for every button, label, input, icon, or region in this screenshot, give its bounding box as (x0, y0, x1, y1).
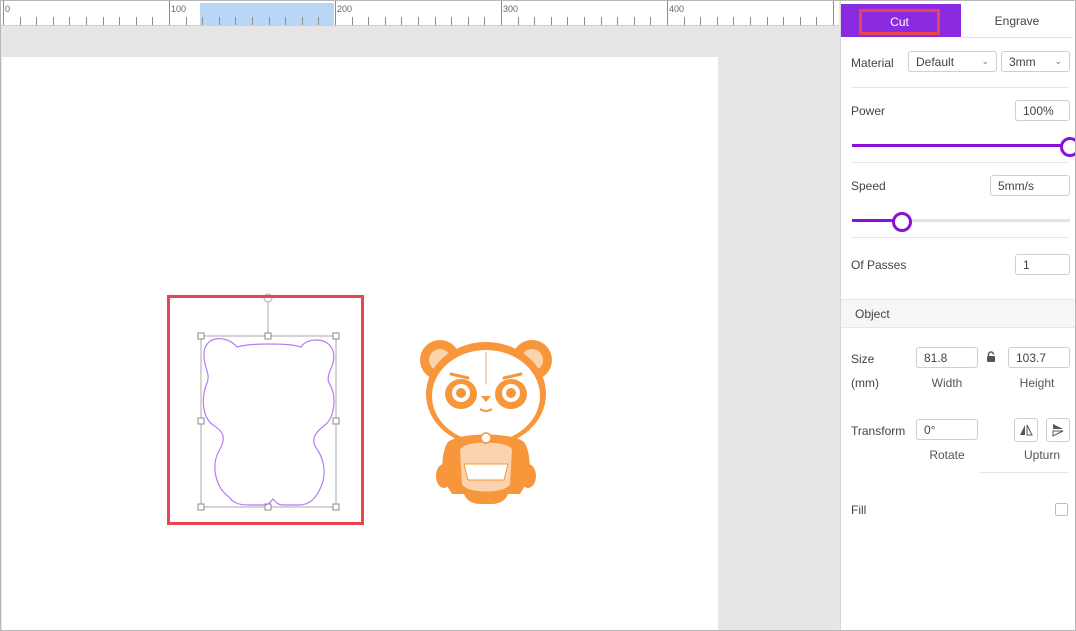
flip-vertical-button[interactable] (1046, 418, 1070, 442)
power-slider-fill (852, 144, 1070, 147)
material-label: Material (851, 56, 894, 70)
divider (851, 237, 1069, 238)
material-select-value: Default (916, 54, 955, 69)
app-window: 0 100 200 300 400 Cut Engrave Material D… (0, 0, 1076, 631)
width-input-value: 81.8 (924, 350, 948, 365)
ruler-ticks (3, 1, 834, 25)
power-input[interactable]: 100% (1015, 100, 1070, 121)
tab-engrave[interactable]: Engrave (961, 4, 1073, 38)
flip-vertical-icon (1052, 424, 1064, 437)
passes-input-value: 1 (1023, 257, 1030, 272)
divider (979, 472, 1069, 473)
speed-label: Speed (851, 179, 886, 193)
divider (851, 162, 1069, 163)
tab-cut[interactable]: Cut (841, 4, 961, 37)
ruler-label-400: 400 (669, 4, 685, 14)
fill-label: Fill (851, 503, 867, 517)
power-label: Power (851, 104, 886, 118)
fill-checkbox[interactable] (1055, 503, 1068, 516)
passes-label: Of Passes (851, 258, 907, 272)
lock-icon[interactable] (986, 351, 996, 363)
width-input[interactable]: 81.8 (916, 347, 978, 368)
transform-label: Transform (851, 424, 906, 438)
thickness-select[interactable]: 3mm ⌄ (1001, 51, 1070, 72)
ruler-label-200: 200 (337, 4, 353, 14)
chevron-down-icon: ⌄ (981, 56, 989, 66)
flip-horizontal-button[interactable] (1014, 418, 1038, 442)
thickness-select-value: 3mm (1009, 54, 1036, 69)
ruler-label-0: 0 (5, 4, 11, 14)
power-slider-thumb[interactable] (1060, 137, 1075, 157)
highlight-box-selected-object (167, 295, 364, 525)
divider (851, 87, 1069, 88)
height-label: Height (1019, 376, 1055, 390)
upturn-label: Upturn (1023, 448, 1061, 462)
material-select[interactable]: Default ⌄ (908, 51, 997, 72)
speed-input[interactable]: 5mm/s (990, 175, 1070, 196)
height-input[interactable]: 103.7 (1008, 347, 1070, 368)
rotate-input-value: 0° (924, 422, 936, 437)
cut-tab-label[interactable]: Cut (859, 9, 940, 35)
passes-input[interactable]: 1 (1015, 254, 1070, 275)
canvas-area[interactable] (1, 26, 839, 630)
ruler-label-100: 100 (171, 4, 187, 14)
panda-image[interactable] (416, 334, 556, 506)
settings-panel: Cut Engrave Material Default ⌄ 3mm ⌄ Pow… (840, 1, 1075, 630)
size-unit-label: (mm) (851, 376, 879, 390)
rotate-label: Rotate (929, 448, 965, 462)
object-section-title: Object (855, 307, 890, 321)
flip-horizontal-icon (1020, 424, 1033, 436)
height-input-value: 103.7 (1016, 350, 1047, 365)
speed-slider-thumb[interactable] (892, 212, 913, 232)
mode-tabs: Cut Engrave (841, 4, 1073, 38)
object-section-header: Object (841, 299, 1075, 328)
ruler-label-300: 300 (503, 4, 519, 14)
rotate-input[interactable]: 0° (916, 419, 978, 440)
size-label: Size (851, 352, 875, 366)
horizontal-ruler[interactable]: 0 100 200 300 400 (1, 1, 839, 26)
power-input-value: 100% (1023, 103, 1054, 118)
width-label: Width (931, 376, 963, 390)
chevron-down-icon: ⌄ (1054, 56, 1062, 66)
speed-input-value: 5mm/s (998, 178, 1034, 193)
